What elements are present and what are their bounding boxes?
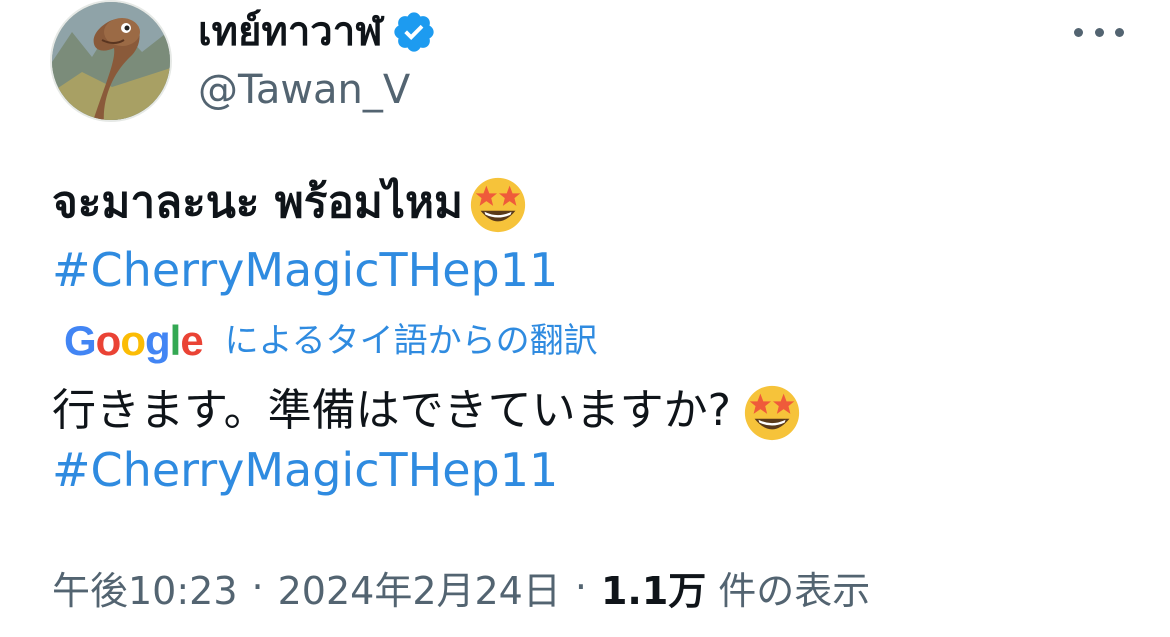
verified-badge-icon <box>393 12 434 52</box>
views-count[interactable]: 1.1万 <box>601 560 706 615</box>
tweet-card: เทย์ทาวาฬ @Tawan_V จะมาละนะ พร้อมไหม #Ch… <box>0 0 1170 637</box>
star-struck-emoji <box>470 177 526 233</box>
more-dot-icon <box>1094 27 1104 37</box>
tweet-text: จะมาละนะ พร้อมไหม <box>52 168 529 238</box>
star-struck-emoji <box>744 385 800 441</box>
more-options-button[interactable] <box>1074 20 1124 44</box>
dinosaur-avatar-icon <box>52 2 170 120</box>
translation-label[interactable]: によるタイ語からの翻訳 <box>225 314 598 368</box>
avatar[interactable] <box>50 0 172 122</box>
author-name-row[interactable]: เทย์ทาวาฬ <box>198 4 437 60</box>
author-handle[interactable]: @Tawan_V <box>198 64 410 116</box>
tweet-text-content: จะมาละนะ พร้อมไหม <box>52 177 463 228</box>
views-label[interactable]: 件の表示 <box>718 560 870 615</box>
more-dot-icon <box>1115 27 1124 37</box>
tweet-date[interactable]: 2024年2月24日 <box>278 560 561 615</box>
more-dot-icon <box>1074 27 1083 37</box>
translated-hashtag-link[interactable]: #CherryMagicTHep11 <box>52 440 558 500</box>
translated-text-content: 行きます。準備はできていますか? <box>52 385 731 436</box>
meta-separator: · <box>574 565 587 609</box>
tweet-meta: 午後10:23 · 2024年2月24日 · 1.1万 件の表示 <box>52 558 870 616</box>
translated-text: 行きます。準備はできていますか? <box>52 378 803 444</box>
tweet-time[interactable]: 午後10:23 <box>52 560 238 615</box>
display-name[interactable]: เทย์ทาวาฬ <box>198 4 383 60</box>
google-logo: Google <box>64 317 204 364</box>
meta-separator: · <box>251 565 264 609</box>
translation-attribution: Google によるタイ語からの翻訳 <box>64 314 598 368</box>
hashtag-link[interactable]: #CherryMagicTHep11 <box>52 240 558 300</box>
